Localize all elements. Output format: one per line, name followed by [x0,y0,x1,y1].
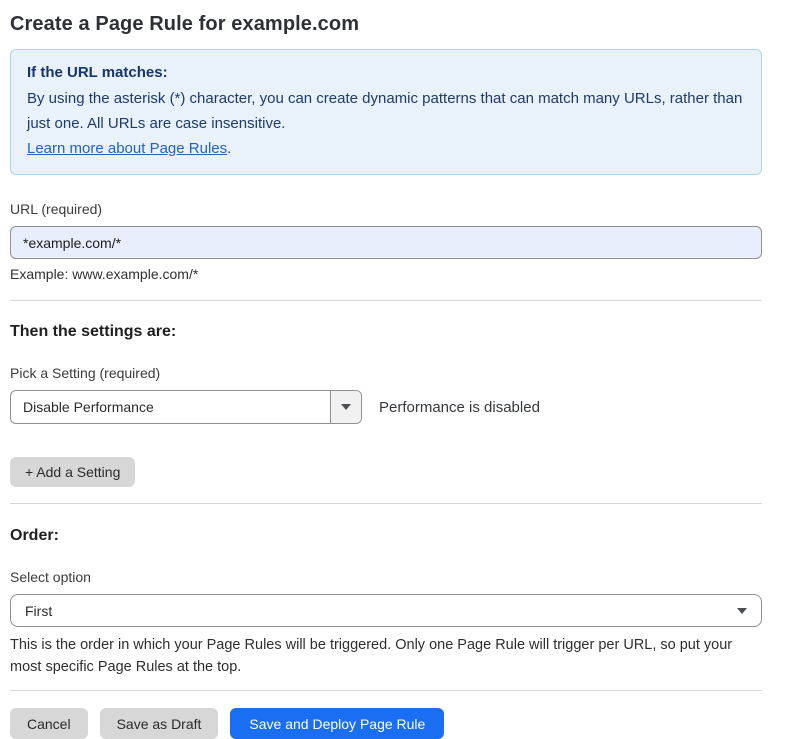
page-title: Create a Page Rule for example.com [10,12,762,36]
chevron-down-icon [737,608,747,614]
divider [10,300,762,301]
setting-select-arrow-button[interactable] [330,391,361,423]
url-field-label: URL (required) [10,201,762,218]
divider [10,503,762,504]
info-box-link-line: Learn more about Page Rules. [27,136,745,162]
setting-select-value: Disable Performance [11,391,330,423]
order-select-value: First [25,603,52,619]
cancel-button[interactable]: Cancel [10,708,88,739]
learn-more-link[interactable]: Learn more about Page Rules [27,140,227,157]
url-example-text: Example: www.example.com/* [10,266,762,282]
url-input[interactable] [10,226,762,259]
save-and-deploy-button[interactable]: Save and Deploy Page Rule [230,708,444,739]
order-select-label: Select option [10,569,762,586]
create-page-rule-form: Create a Page Rule for example.com If th… [10,12,762,739]
info-box-heading: If the URL matches: [27,60,745,86]
order-help-text: This is the order in which your Page Rul… [10,634,758,678]
pick-setting-label: Pick a Setting (required) [10,365,762,382]
info-box-body: By using the asterisk (*) character, you… [27,86,745,136]
footer-actions: Cancel Save as Draft Save and Deploy Pag… [10,708,762,739]
save-as-draft-button[interactable]: Save as Draft [100,708,219,739]
link-suffix: . [227,140,231,157]
settings-section-heading: Then the settings are: [10,322,762,341]
divider [10,690,762,691]
setting-select[interactable]: Disable Performance [10,390,362,424]
chevron-down-icon [341,404,351,410]
setting-row: Disable Performance Performance is disab… [10,390,762,424]
order-select[interactable]: First [10,594,762,627]
setting-status-text: Performance is disabled [379,399,540,416]
order-section-heading: Order: [10,526,762,545]
url-match-info-box: If the URL matches: By using the asteris… [10,49,762,175]
add-setting-button[interactable]: + Add a Setting [10,457,135,487]
